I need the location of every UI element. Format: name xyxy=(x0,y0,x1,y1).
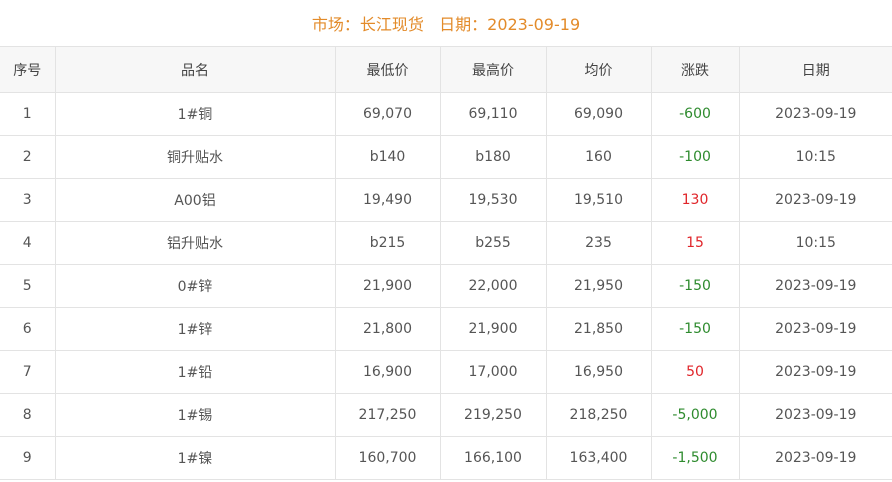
cell-high-price: 69,110 xyxy=(440,92,547,136)
cell-high-price: 19,530 xyxy=(440,178,547,222)
cell-low-price: 217,250 xyxy=(335,393,441,437)
cell-name: 1#铅 xyxy=(55,350,336,394)
cell-date: 2023-09-19 xyxy=(739,393,892,437)
cell-name: A00铝 xyxy=(55,178,336,222)
cell-name: 1#镍 xyxy=(55,436,336,480)
cell-date: 2023-09-19 xyxy=(739,350,892,394)
table-row: 2 铜升贴水 b140 b180 160 -100 10:15 xyxy=(0,135,892,179)
cell-index: 6 xyxy=(0,307,56,351)
column-header-avg: 均价 xyxy=(546,46,652,93)
cell-change: 50 xyxy=(651,350,740,394)
cell-name: 0#锌 xyxy=(55,264,336,308)
cell-high-price: b255 xyxy=(440,221,547,265)
cell-date: 2023-09-19 xyxy=(739,264,892,308)
cell-date: 2023-09-19 xyxy=(739,178,892,222)
table-row: 7 1#铅 16,900 17,000 16,950 50 2023-09-19 xyxy=(0,350,892,394)
cell-name: 1#锌 xyxy=(55,307,336,351)
cell-change: 15 xyxy=(651,221,740,265)
cell-change: -150 xyxy=(651,264,740,308)
cell-high-price: 21,900 xyxy=(440,307,547,351)
cell-change: -100 xyxy=(651,135,740,179)
cell-high-price: 22,000 xyxy=(440,264,547,308)
cell-avg-price: 16,950 xyxy=(546,350,652,394)
table-row: 4 铝升贴水 b215 b255 235 15 10:15 xyxy=(0,221,892,265)
cell-change: -1,500 xyxy=(651,436,740,480)
cell-low-price: b215 xyxy=(335,221,441,265)
cell-date: 10:15 xyxy=(739,135,892,179)
cell-high-price: b180 xyxy=(440,135,547,179)
cell-change: -600 xyxy=(651,92,740,136)
table-row: 6 1#锌 21,800 21,900 21,850 -150 2023-09-19 xyxy=(0,307,892,351)
cell-change: -150 xyxy=(651,307,740,351)
cell-index: 4 xyxy=(0,221,56,265)
cell-avg-price: 69,090 xyxy=(546,92,652,136)
page-title: 市场：长江现货 日期：2023-09-19 xyxy=(311,15,581,34)
cell-low-price: 19,490 xyxy=(335,178,441,222)
cell-high-price: 17,000 xyxy=(440,350,547,394)
cell-low-price: 21,800 xyxy=(335,307,441,351)
cell-avg-price: 235 xyxy=(546,221,652,265)
cell-low-price: b140 xyxy=(335,135,441,179)
cell-index: 2 xyxy=(0,135,56,179)
column-header-name: 品名 xyxy=(55,46,336,93)
column-header-change: 涨跌 xyxy=(651,46,740,93)
column-header-index: 序号 xyxy=(0,46,56,93)
table-header-row: 序号 品名 最低价 最高价 均价 涨跌 日期 xyxy=(0,46,892,93)
cell-avg-price: 218,250 xyxy=(546,393,652,437)
cell-index: 3 xyxy=(0,178,56,222)
column-header-low: 最低价 xyxy=(335,46,441,93)
table-row: 1 1#铜 69,070 69,110 69,090 -600 2023-09-19 xyxy=(0,92,892,136)
table-body: 1 1#铜 69,070 69,110 69,090 -600 2023-09-19 2 铜升贴… xyxy=(0,92,892,480)
cell-avg-price: 19,510 xyxy=(546,178,652,222)
cell-index: 7 xyxy=(0,350,56,394)
table-row: 9 1#镍 160,700 166,100 163,400 -1,500 2023-09-1… xyxy=(0,436,892,480)
table-row: 3 A00铝 19,490 19,530 19,510 130 2023-09-19 xyxy=(0,178,892,222)
table-row: 5 0#锌 21,900 22,000 21,950 -150 2023-09-19 xyxy=(0,264,892,308)
cell-name: 铜升贴水 xyxy=(55,135,336,179)
cell-low-price: 69,070 xyxy=(335,92,441,136)
cell-date: 2023-09-19 xyxy=(739,436,892,480)
cell-index: 5 xyxy=(0,264,56,308)
cell-avg-price: 21,850 xyxy=(546,307,652,351)
cell-change: -5,000 xyxy=(651,393,740,437)
cell-date: 2023-09-19 xyxy=(739,307,892,351)
cell-high-price: 166,100 xyxy=(440,436,547,480)
column-header-date: 日期 xyxy=(739,46,892,93)
cell-avg-price: 21,950 xyxy=(546,264,652,308)
price-table: 序号 品名 最低价 最高价 均价 涨跌 日期 1 1#铜 69,070 69,110 6… xyxy=(0,46,892,480)
cell-name: 1#铜 xyxy=(55,92,336,136)
cell-high-price: 219,250 xyxy=(440,393,547,437)
cell-low-price: 21,900 xyxy=(335,264,441,308)
cell-change: 130 xyxy=(651,178,740,222)
cell-name: 铝升贴水 xyxy=(55,221,336,265)
cell-index: 9 xyxy=(0,436,56,480)
cell-index: 8 xyxy=(0,393,56,437)
table-row: 8 1#锡 217,250 219,250 218,250 -5,000 2023-09-1… xyxy=(0,393,892,437)
cell-name: 1#锡 xyxy=(55,393,336,437)
cell-date: 2023-09-19 xyxy=(739,92,892,136)
cell-date: 10:15 xyxy=(739,221,892,265)
column-header-high: 最高价 xyxy=(440,46,547,93)
cell-avg-price: 160 xyxy=(546,135,652,179)
cell-low-price: 160,700 xyxy=(335,436,441,480)
cell-low-price: 16,900 xyxy=(335,350,441,394)
cell-index: 1 xyxy=(0,92,56,136)
cell-avg-price: 163,400 xyxy=(546,436,652,480)
